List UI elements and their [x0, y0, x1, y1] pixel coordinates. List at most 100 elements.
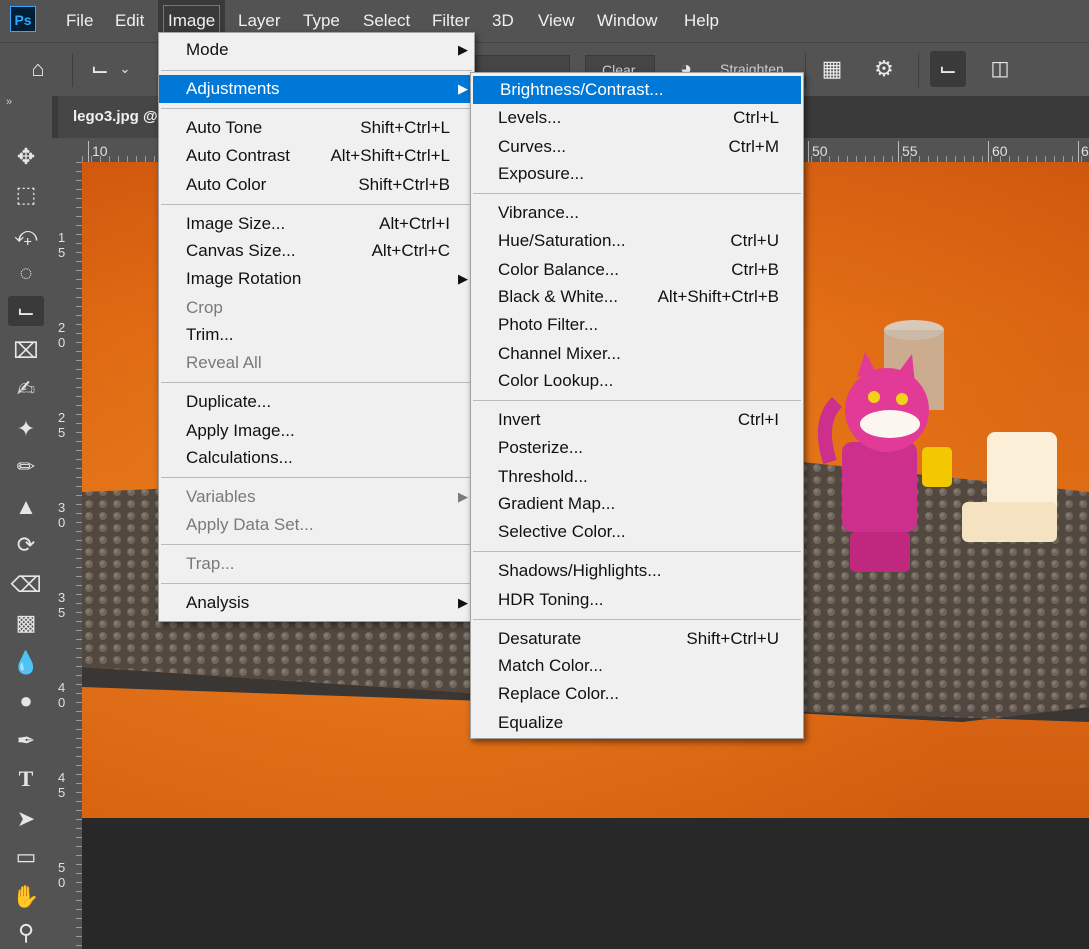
ruler-label: 2 5: [58, 410, 66, 440]
menu-item-image-size[interactable]: Image Size... Alt+Ctrl+I: [159, 210, 474, 238]
rectangle-icon[interactable]: ▭: [8, 842, 44, 872]
menu-item-channel-mixer[interactable]: Channel Mixer...: [471, 340, 803, 368]
menu-help[interactable]: Help: [684, 0, 719, 42]
marquee-icon[interactable]: ⬚: [8, 180, 44, 210]
menu-edit[interactable]: Edit: [115, 0, 144, 42]
menu-item-label: Photo Filter...: [498, 315, 599, 334]
chevron-down-icon[interactable]: ⌄: [116, 51, 134, 87]
dodge-icon[interactable]: ●: [8, 686, 44, 716]
menu-item-photo-filter[interactable]: Photo Filter...: [471, 311, 803, 339]
ruler-label: 6: [1081, 143, 1089, 159]
blur-icon[interactable]: 💧: [8, 648, 44, 678]
menu-item-color-lookup[interactable]: Color Lookup...: [471, 367, 803, 395]
menu-item-threshold[interactable]: Threshold...: [471, 463, 803, 491]
menu-item-gradient-map[interactable]: Gradient Map...: [471, 490, 803, 518]
crop-tool-preset-icon[interactable]: ⌙: [82, 51, 118, 87]
menu-item-shortcut: Ctrl+I: [737, 410, 779, 429]
menu-item-label: Threshold...: [498, 467, 588, 486]
ruler-label: 60: [992, 143, 1008, 159]
zoom-icon[interactable]: ⚲: [8, 918, 44, 948]
menu-item-label: Duplicate...: [186, 392, 272, 411]
menu-item-label: Match Color...: [498, 656, 603, 675]
menu-item-label: Reveal All: [186, 353, 262, 372]
menu-item-label: Image Size...: [186, 214, 286, 233]
move-icon[interactable]: ✥: [8, 142, 44, 172]
menu-item-reveal-all: Reveal All: [159, 349, 474, 377]
ruler-tick: [988, 141, 989, 162]
vertical-ruler[interactable]: [52, 162, 82, 949]
menu-item-auto-tone[interactable]: Auto Tone Shift+Ctrl+L: [159, 114, 474, 142]
menu-item-levels[interactable]: Levels... Ctrl+L: [471, 104, 803, 132]
gear-icon[interactable]: ⚙: [866, 51, 902, 87]
healing-icon[interactable]: ✦: [8, 414, 44, 444]
menu-item-shadows-highlights[interactable]: Shadows/Highlights...: [471, 557, 803, 585]
type-icon[interactable]: T: [8, 764, 44, 794]
ruler-label: 3 0: [58, 500, 66, 530]
quick-select-icon[interactable]: ◌: [8, 258, 44, 288]
pen-icon[interactable]: ✒: [8, 726, 44, 756]
menu-separator: [161, 382, 472, 383]
menu-item-label: Crop: [186, 298, 223, 317]
menu-item-black-white[interactable]: Black & White... Alt+Shift+Ctrl+B: [471, 283, 803, 311]
menu-item-label: HDR Toning...: [498, 590, 604, 609]
grid-overlay-icon[interactable]: ▦: [814, 51, 850, 87]
menu-separator: [161, 204, 472, 205]
menu-item-mode[interactable]: Mode ▶: [159, 36, 474, 64]
menu-item-duplicate[interactable]: Duplicate...: [159, 388, 474, 416]
delete-cropped-pixels-icon[interactable]: ⌙: [930, 51, 966, 87]
menu-item-color-balance[interactable]: Color Balance... Ctrl+B: [471, 256, 803, 284]
menu-item-label: Trap...: [186, 554, 235, 573]
menu-item-brightness-contrast[interactable]: Brightness/Contrast...: [473, 76, 801, 104]
menu-item-label: Color Balance...: [498, 260, 619, 279]
eyedropper-icon[interactable]: ✍: [8, 374, 44, 404]
path-select-icon[interactable]: ➤: [8, 804, 44, 834]
menu-item-auto-color[interactable]: Auto Color Shift+Ctrl+B: [159, 171, 474, 199]
menu-item-desaturate[interactable]: Desaturate Shift+Ctrl+U: [471, 625, 803, 653]
home-icon[interactable]: ⌂: [20, 51, 56, 87]
frame-icon[interactable]: ⌧: [8, 336, 44, 366]
history-brush-icon[interactable]: ⟳: [8, 530, 44, 560]
menu-item-label: Auto Contrast: [186, 146, 290, 165]
lasso-icon[interactable]: ⤽: [8, 220, 44, 250]
menu-item-image-rotation[interactable]: Image Rotation ▶: [159, 265, 474, 293]
content-aware-icon[interactable]: ◫: [982, 51, 1018, 87]
ruler-tick: [808, 141, 809, 162]
menu-item-hdr-toning[interactable]: HDR Toning...: [471, 586, 803, 614]
menu-item-posterize[interactable]: Posterize...: [471, 434, 803, 462]
menu-item-selective-color[interactable]: Selective Color...: [471, 518, 803, 546]
menu-item-trim[interactable]: Trim...: [159, 321, 474, 349]
stamp-icon[interactable]: ▲: [8, 492, 44, 522]
gradient-icon[interactable]: ▩: [8, 608, 44, 638]
crop-icon[interactable]: ⌙: [8, 296, 44, 326]
ruler-label: 1 5: [58, 230, 66, 260]
menu-item-auto-contrast[interactable]: Auto Contrast Alt+Shift+Ctrl+L: [159, 142, 474, 170]
menu-item-canvas-size[interactable]: Canvas Size... Alt+Ctrl+C: [159, 237, 474, 265]
menu-window[interactable]: Window: [597, 0, 657, 42]
menu-file[interactable]: File: [66, 0, 93, 42]
brush-icon[interactable]: ✏: [8, 452, 44, 482]
menu-item-curves[interactable]: Curves... Ctrl+M: [471, 133, 803, 161]
hand-icon[interactable]: ✋: [8, 882, 44, 912]
menu-item-vibrance[interactable]: Vibrance...: [471, 199, 803, 227]
menu-item-adjustments[interactable]: Adjustments ▶: [159, 75, 474, 103]
menu-item-invert[interactable]: Invert Ctrl+I: [471, 406, 803, 434]
menu-item-exposure[interactable]: Exposure...: [471, 160, 803, 188]
menu-item-label: Brightness/Contrast...: [500, 80, 664, 99]
menu-separator: [473, 619, 801, 620]
menu-item-replace-color[interactable]: Replace Color...: [471, 680, 803, 708]
eraser-icon[interactable]: ⌫: [8, 570, 44, 600]
menu-item-apply-image[interactable]: Apply Image...: [159, 417, 474, 445]
collapse-icon[interactable]: »: [6, 96, 12, 108]
menu-item-analysis[interactable]: Analysis ▶: [159, 589, 474, 617]
document-tab-title: lego3.jpg @: [73, 108, 158, 125]
menu-item-label: Apply Data Set...: [186, 515, 314, 534]
menu-item-match-color[interactable]: Match Color...: [471, 652, 803, 680]
divider: [918, 53, 919, 87]
ruler-label: 55: [902, 143, 918, 159]
menu-item-equalize[interactable]: Equalize: [471, 709, 803, 737]
menu-3d[interactable]: 3D: [492, 0, 514, 42]
menu-item-calculations[interactable]: Calculations...: [159, 444, 474, 472]
menu-view[interactable]: View: [538, 0, 575, 42]
menu-item-hue-saturation[interactable]: Hue/Saturation... Ctrl+U: [471, 227, 803, 255]
ruler-label: 10: [92, 143, 108, 159]
